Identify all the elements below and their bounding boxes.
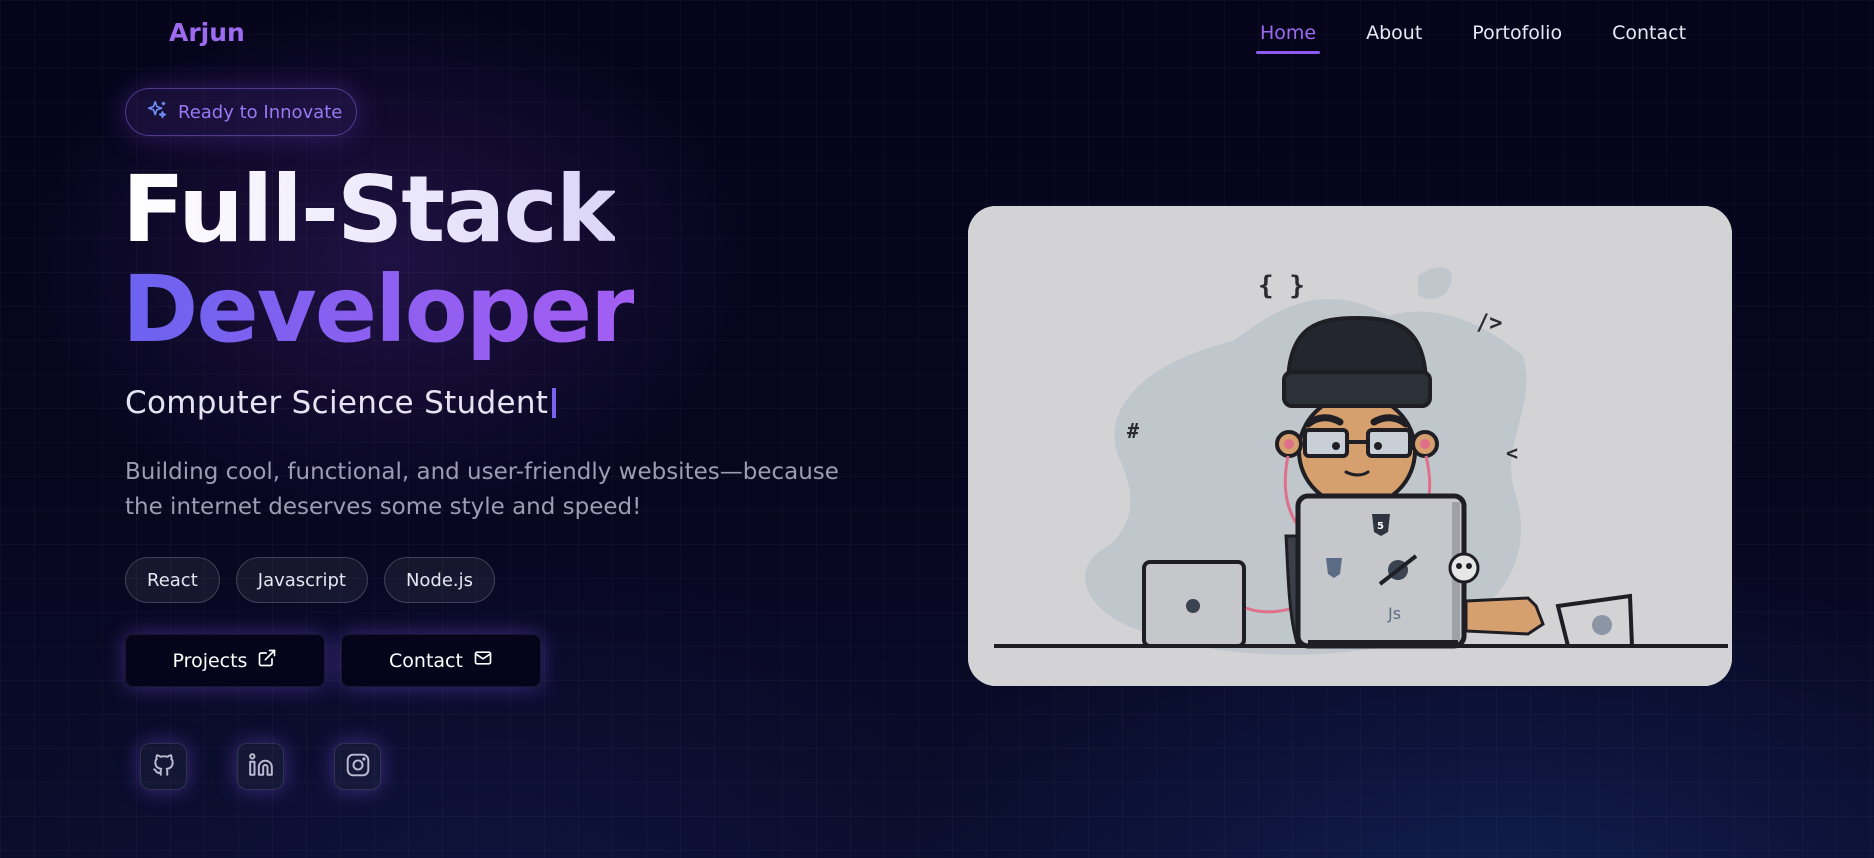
tag-react: React: [125, 557, 220, 603]
badge-label: Ready to Innovate: [178, 101, 343, 123]
projects-button-label: Projects: [172, 649, 248, 672]
typing-cursor: [552, 388, 557, 418]
nav-about[interactable]: About: [1362, 20, 1426, 54]
contact-button-label: Contact: [389, 649, 463, 672]
linkedin-link[interactable]: [237, 743, 284, 790]
github-link[interactable]: [140, 743, 187, 790]
instagram-link[interactable]: [334, 743, 381, 790]
angle-symbol: <: [1506, 441, 1518, 465]
hero-role: Computer Science Student: [125, 385, 557, 421]
social-links: [140, 743, 381, 790]
small-laptop: [1142, 560, 1246, 648]
nav-contact[interactable]: Contact: [1608, 20, 1690, 54]
skill-tags: React Javascript Node.js: [125, 557, 496, 603]
hash-symbol: #: [1127, 419, 1139, 443]
nav-portfolio[interactable]: Portofolio: [1468, 20, 1566, 54]
hero-buttons: Projects Contact: [125, 634, 541, 687]
svg-text:5: 5: [1377, 521, 1384, 532]
projects-button[interactable]: Projects: [125, 634, 325, 687]
github-icon: [151, 752, 177, 782]
external-link-icon: [257, 648, 277, 673]
js-label: Js: [1387, 604, 1401, 623]
nav-home[interactable]: Home: [1256, 20, 1321, 54]
mail-icon: [473, 648, 493, 673]
role-text: Computer Science Student: [125, 385, 549, 421]
main-nav: Home About Portofolio Contact: [1256, 20, 1732, 54]
tag-javascript: Javascript: [235, 557, 368, 603]
sparkles-icon: [146, 99, 168, 126]
hero-illustration: { } /> # < 5 Js: [968, 206, 1732, 686]
hero-title-line2: Developer: [122, 256, 635, 363]
contact-button[interactable]: Contact: [341, 634, 541, 687]
brand-logo[interactable]: Arjun: [169, 18, 245, 47]
main-laptop: 5 Js: [1295, 493, 1480, 649]
developer-illustration: { } /> # < 5 Js: [968, 206, 1732, 686]
braces-symbol: { }: [1258, 271, 1305, 301]
ready-badge: Ready to Innovate: [125, 88, 357, 136]
tag-nodejs: Node.js: [383, 557, 496, 603]
close-tag-symbol: />: [1476, 311, 1503, 336]
instagram-icon: [345, 752, 371, 782]
linkedin-icon: [248, 752, 274, 782]
hero-title-line1: Full-Stack: [122, 156, 617, 263]
hero-description: Building cool, functional, and user-frie…: [125, 459, 839, 520]
